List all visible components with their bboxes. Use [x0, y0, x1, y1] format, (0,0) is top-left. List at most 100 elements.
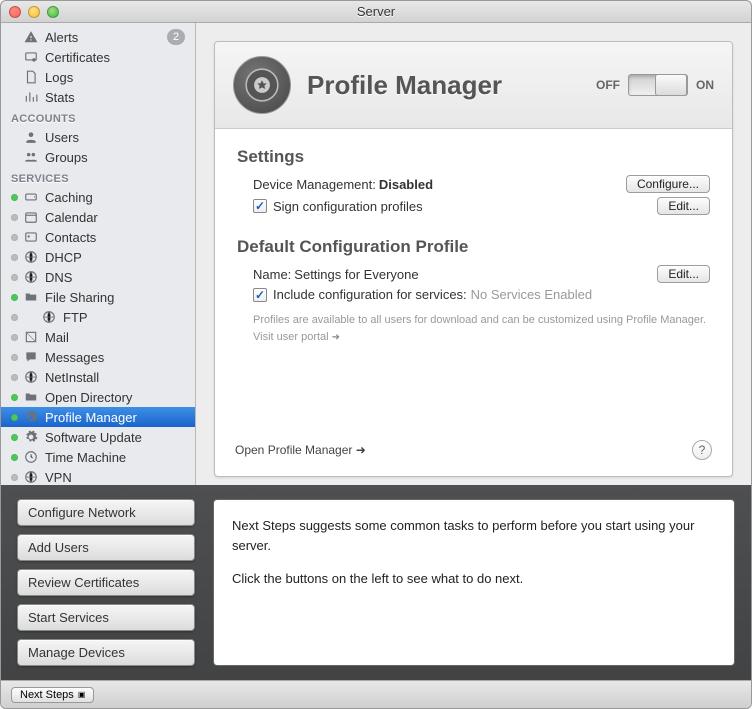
- cert-icon: [23, 49, 39, 65]
- globe-icon: [23, 269, 39, 285]
- sidebar-item-dns[interactable]: DNS: [1, 267, 195, 287]
- sidebar-item-mail[interactable]: Mail: [1, 327, 195, 347]
- add-users-button[interactable]: Add Users: [17, 534, 195, 561]
- sidebar-item-label: Open Directory: [45, 390, 132, 405]
- globe-icon: [41, 309, 57, 325]
- next-steps-text-2: Click the buttons on the left to see wha…: [232, 569, 716, 589]
- manage-devices-button[interactable]: Manage Devices: [17, 639, 195, 666]
- sidebar-item-label: Contacts: [45, 230, 96, 245]
- next-steps-text-1: Next Steps suggests some common tasks to…: [232, 516, 716, 555]
- folder-icon: [23, 389, 39, 405]
- toggle-off-label: OFF: [596, 78, 620, 92]
- service-toggle[interactable]: [628, 74, 688, 96]
- sidebar-item-groups[interactable]: Groups: [1, 147, 195, 167]
- sidebar-item-label: Certificates: [45, 50, 110, 65]
- doc-icon: [23, 69, 39, 85]
- start-services-button[interactable]: Start Services: [17, 604, 195, 631]
- sidebar-item-label: DHCP: [45, 250, 82, 265]
- server-window: Server Alerts 2 Certificates Logs Stats ACCO…: [0, 0, 752, 709]
- sidebar-item-label: Alerts: [45, 30, 78, 45]
- status-dot: [11, 414, 18, 421]
- status-dot: [11, 334, 18, 341]
- globe-icon: [23, 369, 39, 385]
- globe-icon: [23, 249, 39, 265]
- sidebar-item-alerts[interactable]: Alerts 2: [1, 27, 195, 47]
- include-services-row: Include configuration for services: No S…: [253, 287, 710, 302]
- sidebar-item-label: Logs: [45, 70, 73, 85]
- drive-icon: [23, 189, 39, 205]
- sidebar-item-logs[interactable]: Logs: [1, 67, 195, 87]
- open-profile-manager-link[interactable]: Open Profile Manager ➜: [235, 443, 366, 457]
- profile-manager-icon: [233, 56, 291, 114]
- sidebar-item-software-update[interactable]: Software Update: [1, 427, 195, 447]
- sidebar-item-messages[interactable]: Messages: [1, 347, 195, 367]
- sidebar-item-contacts[interactable]: Contacts: [1, 227, 195, 247]
- gear-icon: [23, 429, 39, 445]
- collapse-icon: ▣: [78, 690, 86, 699]
- stats-icon: [23, 89, 39, 105]
- status-dot: [11, 214, 18, 221]
- status-dot: [11, 394, 18, 401]
- status-dot: [11, 194, 18, 201]
- configure-button[interactable]: Configure...: [626, 175, 710, 193]
- status-dot: [11, 454, 18, 461]
- titlebar: Server: [1, 1, 751, 23]
- panel-body: Settings Device Management: Disabled Con…: [215, 129, 732, 430]
- sidebar-item-label: Caching: [45, 190, 93, 205]
- configure-network-button[interactable]: Configure Network: [17, 499, 195, 526]
- window-body: Alerts 2 Certificates Logs Stats ACCOUNTS Us…: [1, 23, 751, 485]
- sign-profiles-checkbox[interactable]: [253, 199, 267, 213]
- panel-header: Profile Manager OFF ON: [215, 42, 732, 129]
- sidebar-item-profile-manager[interactable]: Profile Manager: [1, 407, 195, 427]
- next-steps-toggle[interactable]: Next Steps ▣: [11, 687, 94, 703]
- sidebar-item-label: Software Update: [45, 430, 142, 445]
- sidebar-item-time-machine[interactable]: Time Machine: [1, 447, 195, 467]
- sidebar-item-file-sharing[interactable]: File Sharing: [1, 287, 195, 307]
- sign-edit-button[interactable]: Edit...: [657, 197, 710, 215]
- sidebar-item-label: Users: [45, 130, 79, 145]
- accounts-heading: ACCOUNTS: [1, 107, 195, 127]
- sidebar-item-open-directory[interactable]: Open Directory: [1, 387, 195, 407]
- device-management-value: Disabled: [379, 177, 433, 192]
- status-dot: [11, 274, 18, 281]
- default-profile-heading: Default Configuration Profile: [237, 237, 710, 257]
- sidebar-item-label: Profile Manager: [45, 410, 137, 425]
- service-toggle-wrap: OFF ON: [596, 74, 714, 96]
- sidebar-item-netinstall[interactable]: NetInstall: [1, 367, 195, 387]
- include-services-checkbox[interactable]: [253, 288, 267, 302]
- sidebar-item-caching[interactable]: Caching: [1, 187, 195, 207]
- status-dot: [11, 474, 18, 481]
- status-dot: [11, 354, 18, 361]
- sidebar-item-ftp[interactable]: FTP: [1, 307, 195, 327]
- sidebar-item-users[interactable]: Users: [1, 127, 195, 147]
- sidebar-item-label: DNS: [45, 270, 72, 285]
- group-icon: [23, 149, 39, 165]
- bubble-icon: [23, 349, 39, 365]
- arrow-icon[interactable]: ➜: [332, 332, 340, 343]
- profile-name-row: Name: Settings for Everyone Edit...: [253, 265, 710, 283]
- device-management-label: Device Management:: [253, 177, 376, 192]
- gear-icon: [23, 409, 39, 425]
- clock-icon: [23, 449, 39, 465]
- sidebar-item-label: Calendar: [45, 210, 98, 225]
- help-button[interactable]: ?: [692, 440, 712, 460]
- main-area: Profile Manager OFF ON Settings Device M…: [196, 23, 751, 485]
- sidebar-item-certificates[interactable]: Certificates: [1, 47, 195, 67]
- panel-footer: Open Profile Manager ➜ ?: [215, 430, 732, 476]
- globe-icon: [23, 469, 39, 485]
- review-certificates-button[interactable]: Review Certificates: [17, 569, 195, 596]
- sidebar-item-stats[interactable]: Stats: [1, 87, 195, 107]
- status-dot: [11, 374, 18, 381]
- services-heading: SERVICES: [1, 167, 195, 187]
- sidebar-item-label: Mail: [45, 330, 69, 345]
- profile-edit-button[interactable]: Edit...: [657, 265, 710, 283]
- badge: 2: [167, 29, 185, 45]
- sidebar-item-dhcp[interactable]: DHCP: [1, 247, 195, 267]
- profile-name-label: Name:: [253, 267, 291, 282]
- profile-name-value: Settings for Everyone: [294, 267, 418, 282]
- sidebar-item-vpn[interactable]: VPN: [1, 467, 195, 485]
- status-dot: [11, 294, 18, 301]
- sidebar-item-calendar[interactable]: Calendar: [1, 207, 195, 227]
- sidebar-item-label: File Sharing: [45, 290, 114, 305]
- user-icon: [23, 129, 39, 145]
